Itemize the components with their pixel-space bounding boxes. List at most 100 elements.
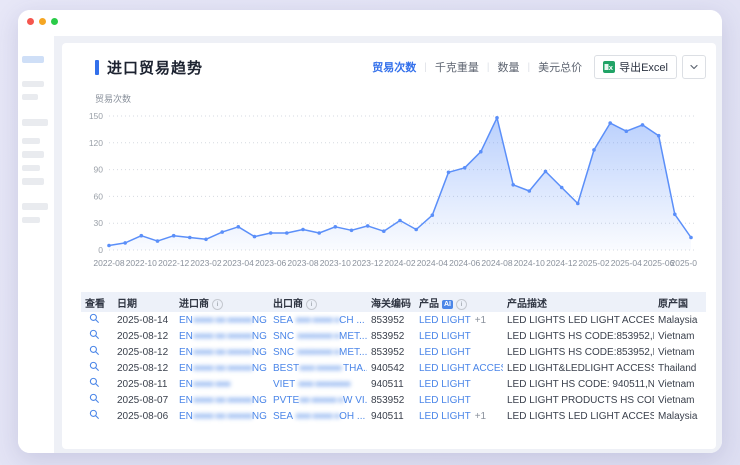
tab-千克重量[interactable]: 千克重量 xyxy=(435,59,479,75)
traffic-light-minimize-button[interactable] xyxy=(39,18,46,25)
content-area: 进口贸易趋势 贸易次数|千克重量|数量|美元总价 x 导出Excel xyxy=(54,36,722,453)
table-row: 2025-08-12EN■■■■ ■■ ■■■■■NG L..SNC ■■■■■… xyxy=(81,328,706,344)
cell-exporter[interactable]: SNC ■■■■■■■ ■MET... xyxy=(269,344,367,360)
sidebar-skeleton-bar xyxy=(22,178,44,185)
redacted-text: ■■■ ■■■■ ■ xyxy=(295,411,339,422)
magnifier-icon xyxy=(89,361,100,372)
sidebar-skeleton-bar xyxy=(22,217,40,223)
svg-text:150: 150 xyxy=(89,111,103,121)
cell-product[interactable]: LED LIGHT xyxy=(415,376,503,392)
info-icon[interactable] xyxy=(456,299,467,310)
export-dropdown-button[interactable] xyxy=(682,55,706,79)
cell-description: LED LIGHT&LEDLIGHT ACCESSARY HS CODE: 94… xyxy=(503,360,654,376)
sidebar-skeleton-bar xyxy=(22,119,48,126)
header-controls: 贸易次数|千克重量|数量|美元总价 x 导出Excel xyxy=(372,55,706,79)
cell-hs-code: 853952 xyxy=(367,344,415,360)
cell-exporter[interactable]: PVTE■■ ■■■■■ ■W VI... xyxy=(269,392,367,408)
svg-text:2025-0: 2025-0 xyxy=(671,258,697,268)
cell-date: 2025-08-14 xyxy=(113,312,175,328)
cell-importer[interactable]: EN■■■■ ■■ ■■■■■NG L.. xyxy=(175,328,269,344)
sidebar-skeleton-bar xyxy=(22,56,44,63)
ai-badge: AI xyxy=(442,300,453,309)
svg-text:2024-04: 2024-04 xyxy=(417,258,448,268)
traffic-light-zoom-button[interactable] xyxy=(51,18,58,25)
svg-text:2023-10: 2023-10 xyxy=(320,258,351,268)
cell-view xyxy=(81,312,113,328)
cell-description: LED LIGHT HS CODE: 940511,N M xyxy=(503,376,654,392)
cell-description: LED LIGHTS LED LIGHT ACCESSORIES,ENVISIO… xyxy=(503,312,654,328)
info-icon[interactable] xyxy=(212,299,223,310)
column-header-date: 日期 xyxy=(113,292,175,312)
cell-hs-code: 940511 xyxy=(367,376,415,392)
view-detail-button[interactable] xyxy=(89,377,100,388)
chevron-down-icon xyxy=(689,62,699,72)
metric-tabs: 贸易次数|千克重量|数量|美元总价 xyxy=(372,59,582,75)
view-detail-button[interactable] xyxy=(89,329,100,340)
cell-product[interactable]: LED LIGHT xyxy=(415,328,503,344)
cell-description: LED LIGHTS HS CODE:853952,N M xyxy=(503,328,654,344)
svg-text:2023-02: 2023-02 xyxy=(190,258,221,268)
info-icon[interactable] xyxy=(306,299,317,310)
cell-product[interactable]: LED LIGHT+1 xyxy=(415,312,503,328)
trade-trend-area-chart[interactable]: 03060901201502022-082022-102022-122023-0… xyxy=(81,108,697,276)
cell-importer[interactable]: EN■■■■ ■■ ■■■■■NG L.. xyxy=(175,312,269,328)
cell-exporter[interactable]: SNC ■■■■■■■ ■MET... xyxy=(269,328,367,344)
cell-importer[interactable]: EN■■■■ ■■ ■■■■■NG L.. xyxy=(175,408,269,424)
svg-text:2024-08: 2024-08 xyxy=(481,258,512,268)
desktop-background: 进口贸易趋势 贸易次数|千克重量|数量|美元总价 x 导出Excel xyxy=(0,0,740,465)
redacted-text: ■■■ ■■■■ ■ xyxy=(295,315,339,326)
cell-importer[interactable]: EN■■■■ ■■ ■■■■■NG L.. xyxy=(175,392,269,408)
sidebar-skeleton-bar xyxy=(22,203,48,210)
cell-importer[interactable]: EN■■■■ ■■ ■■■■■NG L.. xyxy=(175,360,269,376)
cell-product[interactable]: LED LIGHT xyxy=(415,392,503,408)
column-header-importer: 进口商 xyxy=(175,292,269,312)
cell-importer[interactable]: EN■■■■ ■■ ■■■■■NG I.. xyxy=(175,344,269,360)
table-row: 2025-08-12EN■■■■ ■■ ■■■■■NG L..BEST■■■ ■… xyxy=(81,360,706,376)
column-header-hs_code: 海关编码 xyxy=(367,292,415,312)
tab-美元总价[interactable]: 美元总价 xyxy=(538,59,582,75)
cell-date: 2025-08-12 xyxy=(113,328,175,344)
view-detail-button[interactable] xyxy=(89,345,100,356)
tab-separator: | xyxy=(487,62,490,73)
svg-text:2025-02: 2025-02 xyxy=(578,258,609,268)
redacted-text: ■■■ ■■■■■ xyxy=(299,363,343,374)
column-header-product: 产品AI xyxy=(415,292,503,312)
tab-贸易次数[interactable]: 贸易次数 xyxy=(372,59,416,75)
view-detail-button[interactable] xyxy=(89,361,100,372)
cell-product[interactable]: LED LIGHT ACCESSORY xyxy=(415,360,503,376)
cell-origin: Vietnam xyxy=(654,376,706,392)
redacted-text: ■■■■ ■■ ■■■■■ xyxy=(193,331,252,342)
cell-description: LED LIGHT PRODUCTS HS CODE: 853952,NUWAT… xyxy=(503,392,654,408)
svg-text:90: 90 xyxy=(94,165,104,175)
cell-origin: Thailand xyxy=(654,360,706,376)
column-header-view: 查看 xyxy=(81,292,113,312)
cell-exporter[interactable]: SEA ■■■ ■■■■ ■CH ... xyxy=(269,312,367,328)
cell-hs-code: 853952 xyxy=(367,312,415,328)
cell-view xyxy=(81,344,113,360)
trade-trend-card: 进口贸易趋势 贸易次数|千克重量|数量|美元总价 x 导出Excel xyxy=(62,43,716,449)
cell-view xyxy=(81,328,113,344)
traffic-light-close-button[interactable] xyxy=(27,18,34,25)
cell-product[interactable]: LED LIGHT+1 xyxy=(415,408,503,424)
window-titlebar xyxy=(18,10,722,36)
export-excel-label: 导出Excel xyxy=(619,59,668,75)
tab-separator: | xyxy=(527,62,530,73)
cell-exporter[interactable]: SEA ■■■ ■■■■ ■OH ... xyxy=(269,408,367,424)
magnifier-icon xyxy=(89,345,100,356)
view-detail-button[interactable] xyxy=(89,393,100,404)
window-body: 进口贸易趋势 贸易次数|千克重量|数量|美元总价 x 导出Excel xyxy=(18,36,722,453)
export-excel-button[interactable]: x 导出Excel xyxy=(594,55,677,79)
redacted-text: ■■■■■■■ ■ xyxy=(297,347,339,358)
table-row: 2025-08-14EN■■■■ ■■ ■■■■■NG L..SEA ■■■ ■… xyxy=(81,312,706,328)
view-detail-button[interactable] xyxy=(89,313,100,324)
redacted-text: ■■■■ ■■ ■■■■■ xyxy=(193,347,252,358)
view-detail-button[interactable] xyxy=(89,409,100,420)
cell-view xyxy=(81,392,113,408)
cell-importer[interactable]: EN■■■■ ■■■ xyxy=(175,376,269,392)
cell-exporter[interactable]: BEST■■■ ■■■■■ THA... xyxy=(269,360,367,376)
product-extra-count: +1 xyxy=(475,315,486,326)
tab-数量[interactable]: 数量 xyxy=(497,59,519,75)
cell-exporter[interactable]: VIET ■■■ ■■■■■■■ xyxy=(269,376,367,392)
sidebar-skeleton xyxy=(18,36,54,453)
cell-product[interactable]: LED LIGHT xyxy=(415,344,503,360)
